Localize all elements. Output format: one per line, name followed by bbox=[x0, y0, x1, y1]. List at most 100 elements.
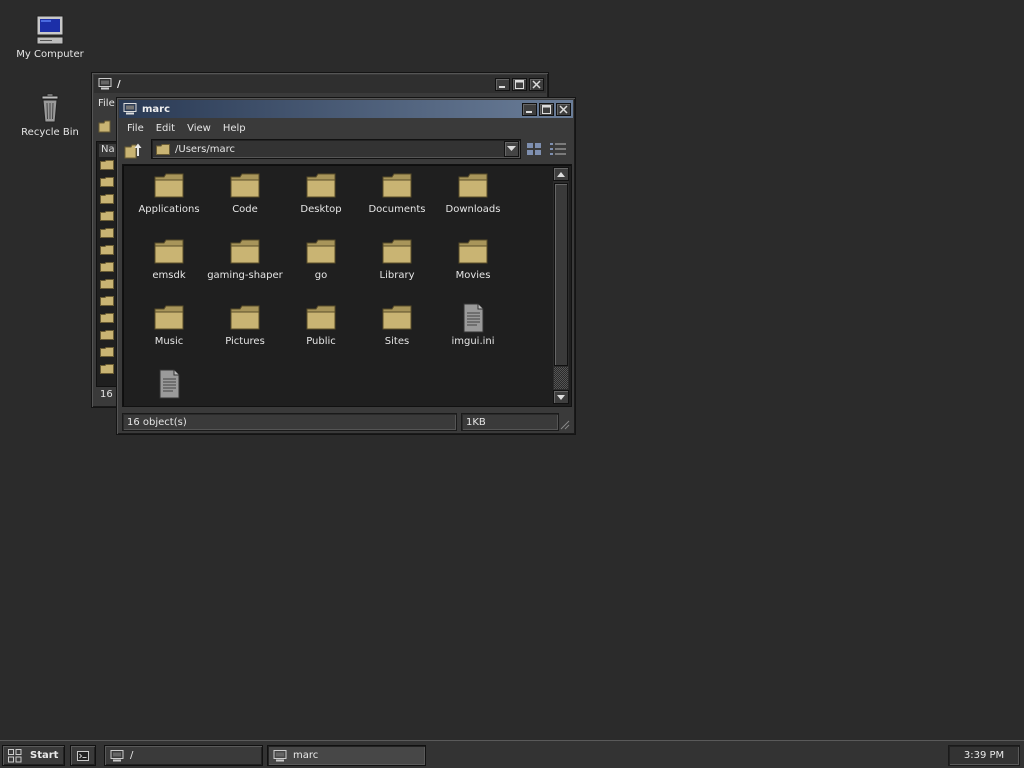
folder-icon bbox=[100, 364, 114, 374]
minimize-icon bbox=[499, 85, 505, 88]
menu-view[interactable]: View bbox=[181, 123, 217, 134]
up-folder-button[interactable] bbox=[123, 140, 145, 160]
folder-icon bbox=[457, 237, 489, 267]
item-label: Movies bbox=[455, 270, 491, 281]
computer-icon bbox=[34, 14, 66, 46]
close-button[interactable] bbox=[529, 77, 544, 91]
folder-item[interactable]: Public bbox=[283, 303, 359, 369]
start-button[interactable]: Start bbox=[2, 745, 65, 766]
address-toolbar: /Users/marc bbox=[121, 138, 571, 162]
item-label: Applications bbox=[138, 204, 200, 215]
item-label: emsdk bbox=[152, 270, 186, 281]
folder-icon bbox=[100, 313, 114, 323]
grid-view-icon bbox=[527, 143, 541, 155]
document-icon bbox=[457, 303, 489, 333]
task-label: / bbox=[130, 750, 134, 761]
folder-icon bbox=[381, 171, 413, 201]
desktop-icon-label: Recycle Bin bbox=[21, 127, 79, 138]
folder-icon bbox=[100, 194, 114, 204]
menu-edit[interactable]: Edit bbox=[150, 123, 181, 134]
chevron-up-icon bbox=[557, 171, 565, 177]
minimize-icon bbox=[526, 110, 532, 113]
folder-icon bbox=[100, 177, 114, 187]
folder-item[interactable]: Documents bbox=[359, 171, 435, 237]
computer-icon bbox=[123, 103, 137, 115]
resize-grip-icon[interactable] bbox=[558, 418, 570, 430]
folder-item[interactable]: Movies bbox=[435, 237, 511, 303]
maximize-button[interactable] bbox=[512, 77, 527, 91]
folder-icon bbox=[305, 171, 337, 201]
show-desktop-button[interactable] bbox=[70, 745, 96, 766]
explorer-window-marc[interactable]: marc File Edit View Help /Users/marc App… bbox=[116, 97, 576, 435]
folder-item[interactable]: go bbox=[283, 237, 359, 303]
item-label: Library bbox=[379, 270, 415, 281]
file-item[interactable]: imgui.ini bbox=[435, 303, 511, 369]
folder-icon bbox=[100, 245, 114, 255]
folder-item[interactable]: gaming-shaper bbox=[207, 237, 283, 303]
statusbar: 16 object(s) 1KB bbox=[121, 413, 571, 431]
trash-icon bbox=[34, 92, 66, 124]
folder-item[interactable]: emsdk bbox=[131, 237, 207, 303]
item-label: Downloads bbox=[445, 204, 501, 215]
folder-item[interactable]: Pictures bbox=[207, 303, 283, 369]
window-titlebar[interactable]: marc bbox=[119, 100, 573, 118]
minimize-button[interactable] bbox=[522, 102, 537, 116]
maximize-icon bbox=[515, 79, 524, 89]
folder-icon bbox=[381, 237, 413, 267]
item-label: imgui.ini bbox=[451, 336, 495, 347]
menu-file[interactable]: File bbox=[121, 123, 150, 134]
folder-item[interactable]: Music bbox=[131, 303, 207, 369]
address-combobox[interactable]: /Users/marc bbox=[151, 139, 521, 159]
item-label: Documents bbox=[368, 204, 426, 215]
up-folder-icon[interactable] bbox=[98, 119, 116, 133]
menu-help[interactable]: Help bbox=[217, 123, 252, 134]
view-icons-button[interactable] bbox=[525, 141, 543, 158]
icons-grid: Applications Code Desktop Documents Download… bbox=[131, 171, 551, 435]
menubar: File Edit View Help bbox=[121, 120, 571, 136]
up-folder-icon bbox=[124, 143, 142, 159]
view-list-button[interactable] bbox=[549, 141, 567, 158]
window-titlebar[interactable]: / bbox=[94, 75, 546, 93]
item-label: Music bbox=[154, 336, 184, 347]
desktop-icon-my-computer[interactable]: My Computer bbox=[10, 14, 90, 60]
folder-item[interactable]: Desktop bbox=[283, 171, 359, 237]
folder-item[interactable]: Library bbox=[359, 237, 435, 303]
taskbar-item-root[interactable]: / bbox=[104, 745, 263, 766]
document-icon bbox=[153, 369, 185, 399]
folder-icon bbox=[153, 237, 185, 267]
folder-item[interactable]: Sites bbox=[359, 303, 435, 369]
folder-icon bbox=[100, 262, 114, 272]
item-label: Pictures bbox=[225, 336, 265, 347]
close-button[interactable] bbox=[556, 102, 571, 116]
item-label: Public bbox=[306, 336, 336, 347]
folder-icon bbox=[100, 330, 114, 340]
desktop-icon-recycle-bin[interactable]: Recycle Bin bbox=[10, 92, 90, 138]
maximize-icon bbox=[542, 104, 551, 114]
scroll-track[interactable] bbox=[554, 367, 568, 389]
folder-item[interactable]: Applications bbox=[131, 171, 207, 237]
start-icon bbox=[8, 748, 22, 762]
folder-icon bbox=[156, 143, 170, 155]
folder-icon bbox=[305, 303, 337, 333]
status-size: 1KB bbox=[461, 413, 559, 431]
folder-icon bbox=[381, 303, 413, 333]
minimize-button[interactable] bbox=[495, 77, 510, 91]
scroll-down-button[interactable] bbox=[553, 390, 569, 404]
chevron-down-icon bbox=[507, 146, 516, 151]
item-label: Sites bbox=[384, 336, 410, 347]
address-dropdown-button[interactable] bbox=[504, 141, 519, 157]
taskbar-clock: 3:39 PM bbox=[948, 745, 1020, 766]
folder-icon bbox=[100, 347, 114, 357]
address-text: /Users/marc bbox=[175, 143, 235, 155]
maximize-button[interactable] bbox=[539, 102, 554, 116]
status-objects: 16 object(s) bbox=[122, 413, 457, 431]
taskbar-item-marc[interactable]: marc bbox=[267, 745, 426, 766]
vertical-scrollbar[interactable] bbox=[553, 167, 569, 404]
folder-item[interactable]: Code bbox=[207, 171, 283, 237]
folder-icon bbox=[100, 160, 114, 170]
folder-item[interactable]: Downloads bbox=[435, 171, 511, 237]
desktop-icon-label: My Computer bbox=[16, 49, 84, 60]
scroll-up-button[interactable] bbox=[553, 167, 569, 181]
scroll-thumb[interactable] bbox=[554, 183, 568, 366]
file-icon-view[interactable]: Applications Code Desktop Documents Download… bbox=[122, 164, 572, 407]
